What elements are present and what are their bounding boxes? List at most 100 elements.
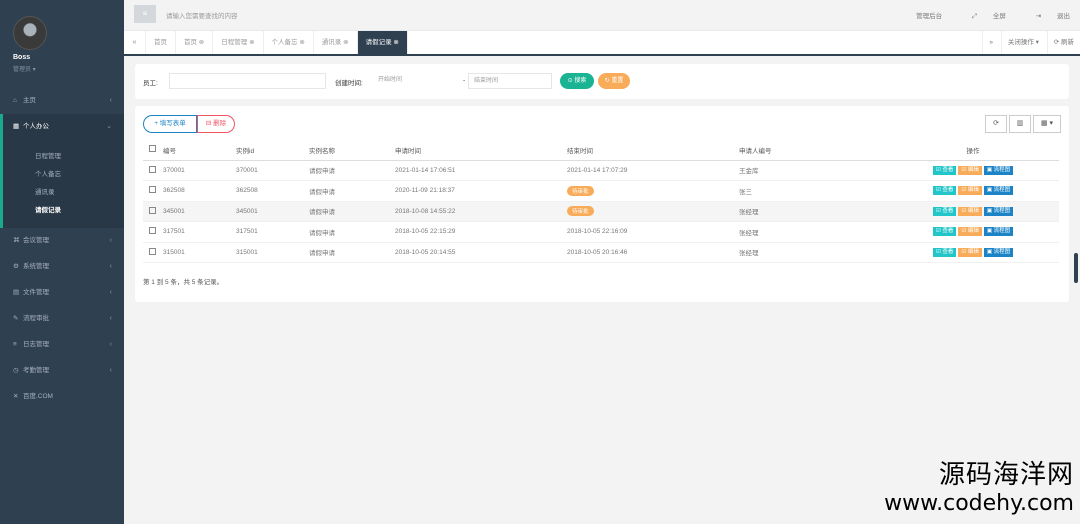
created-time-label: 创建时间:	[335, 80, 363, 87]
cell-end-time: 待审批	[567, 180, 739, 202]
leave-records-table: 编号 实例id 实例名称 申请时间 结束时间 申请人编号 操作 370001 3…	[143, 140, 1059, 263]
tab-home[interactable]: 首页	[146, 31, 176, 54]
checkbox-icon	[149, 186, 156, 194]
reset-button[interactable]: ↻ 重置	[598, 73, 630, 89]
user-role-dropdown[interactable]: 管理员 ▾	[13, 64, 124, 73]
admin-link[interactable]: 管理后台	[916, 13, 942, 20]
meeting-icon: ⌘	[13, 237, 20, 244]
view-button[interactable]: ☑ 查看	[932, 186, 957, 196]
columns-icon[interactable]: ▦ ▾	[1033, 115, 1061, 133]
edit-button[interactable]: ☑ 编辑	[958, 186, 982, 196]
col-applicant[interactable]: 申请人编号	[739, 140, 887, 161]
flowchart-button[interactable]: ▣ 流程图	[983, 186, 1014, 196]
cell-name: 请假申请	[309, 160, 395, 181]
tab-scroll-left-button[interactable]: «	[124, 31, 146, 54]
edit-button[interactable]: ☑ 编辑	[958, 247, 982, 257]
sidebar-item-files[interactable]: ▤ 文件管理 ‹	[0, 280, 124, 306]
col-apply-time[interactable]: 申请时间	[395, 140, 567, 161]
select-all-checkbox[interactable]	[143, 140, 163, 161]
delete-button[interactable]: ⊟ 删除	[197, 115, 235, 133]
sidebar-subitem-contacts[interactable]: 通讯录	[3, 184, 124, 202]
sidebar-item-workflow[interactable]: ✎ 流程审批 ‹	[0, 306, 124, 332]
view-button[interactable]: ☑ 查看	[932, 227, 957, 237]
row-checkbox[interactable]	[143, 160, 163, 181]
sidebar-item-baidu[interactable]: ✕ 百度.COM	[0, 384, 124, 410]
cell-name: 请假申请	[309, 221, 395, 243]
row-checkbox[interactable]	[143, 201, 163, 222]
edit-button[interactable]: ☑ 编辑	[958, 227, 982, 237]
sidebar-item-meeting[interactable]: ⌘ 会议管理 ‹	[0, 228, 124, 254]
add-form-button[interactable]: + 填写表单	[143, 115, 197, 133]
col-instance-id[interactable]: 实例id	[236, 140, 309, 161]
row-checkbox[interactable]	[143, 180, 163, 202]
cell-actions: ☑ 查看 ☑ 编辑 ▣ 流程图	[887, 242, 1059, 263]
gear-icon: ⚙	[13, 263, 19, 270]
view-button[interactable]: ☑ 查看	[932, 206, 957, 216]
row-checkbox[interactable]	[143, 221, 163, 243]
flowchart-button[interactable]: ▣ 流程图	[983, 165, 1014, 175]
cell-id: 315001	[163, 242, 236, 263]
col-id[interactable]: 编号	[163, 140, 236, 161]
logout-button[interactable]: ⇥ 退出	[1022, 13, 1070, 20]
topbar: ≡ 请输入您需要查找的内容 管理后台 ⤢ 全屏 ⇥ 退出	[124, 0, 1080, 31]
sidebar-subitem-schedule[interactable]: 日程管理	[3, 148, 124, 166]
col-actions: 操作	[887, 140, 1059, 161]
flowchart-button[interactable]: ▣ 流程图	[983, 206, 1014, 216]
flowchart-button[interactable]: ▣ 流程图	[983, 247, 1014, 257]
row-checkbox[interactable]	[143, 242, 163, 263]
search-button[interactable]: ⊙ 搜索	[560, 73, 594, 89]
scrollbar-thumb[interactable]	[1074, 253, 1078, 283]
col-instance-name[interactable]: 实例名称	[309, 140, 395, 161]
calendar-icon: ▦	[13, 123, 20, 130]
cell-end-time: 待审批	[567, 201, 739, 222]
sidebar-item-logs[interactable]: ≡ 日志管理 ‹	[0, 332, 124, 358]
sidebar-item-personal-office[interactable]: ▦ 个人办公 ⌄	[0, 114, 124, 140]
employee-input[interactable]	[169, 73, 326, 89]
checkbox-icon	[149, 247, 156, 255]
view-button[interactable]: ☑ 查看	[932, 247, 957, 257]
cell-apply-time: 2018-10-05 22:15:29	[395, 221, 567, 243]
sidebar-subitem-leave-records[interactable]: 请假记录	[3, 202, 124, 220]
topbar-actions: 管理后台 ⤢ 全屏 ⇥ 退出	[902, 10, 1070, 21]
flowchart-button[interactable]: ▣ 流程图	[983, 227, 1014, 237]
toggle-view-icon[interactable]: ▥	[1009, 115, 1031, 133]
close-ops-dropdown[interactable]: 关闭操作 ▾	[1000, 31, 1045, 54]
col-end-time[interactable]: 结束时间	[567, 140, 739, 161]
cell-instance-id: 317501	[236, 221, 309, 243]
range-separator: -	[463, 77, 466, 84]
tab-memo[interactable]: 个人备忘 ⊗	[264, 31, 314, 54]
tab-scroll-right-button[interactable]: »	[982, 31, 999, 54]
sidebar-item-home[interactable]: ⌂ 主页 ‹	[0, 88, 124, 114]
refresh-tab-button[interactable]: ⟳ 刷新	[1046, 31, 1080, 54]
cell-name: 请假申请	[309, 242, 395, 263]
refresh-icon[interactable]: ⟳	[985, 115, 1007, 133]
tab-schedule[interactable]: 日程管理 ⊗	[213, 31, 264, 54]
view-button[interactable]: ☑ 查看	[932, 165, 957, 175]
tabs: 首页 首页 ⊗ 日程管理 ⊗ 个人备忘 ⊗ 通讯录 ⊗ 请假记录 ⊗	[146, 31, 408, 54]
chevron-left-icon: ‹	[109, 97, 112, 104]
start-time-input[interactable]: 开始时间	[373, 73, 459, 89]
chevron-left-icon: ‹	[109, 315, 112, 322]
fullscreen-label: 全屏	[992, 13, 1006, 20]
tab-contacts[interactable]: 通讯录 ⊗	[314, 31, 358, 54]
status-badge: 待审批	[567, 185, 594, 196]
logout-label: 退出	[1057, 13, 1070, 20]
menu-toggle-button[interactable]: ≡	[134, 5, 156, 23]
sidebar-subitem-memo[interactable]: 个人备忘	[3, 166, 124, 184]
fullscreen-button[interactable]: ⤢ 全屏	[958, 13, 1006, 20]
tab-home-2[interactable]: 首页 ⊗	[176, 31, 214, 54]
edit-button[interactable]: ☑ 编辑	[958, 165, 982, 175]
sidebar-subnav: 日程管理 个人备忘 通讯录 请假记录	[0, 140, 124, 228]
chevron-left-icon: ‹	[109, 289, 112, 296]
edit-button[interactable]: ☑ 编辑	[958, 206, 982, 216]
tab-leave-records[interactable]: 请假记录 ⊗	[357, 31, 408, 54]
global-search-input[interactable]: 请输入您需要查找的内容	[166, 10, 238, 20]
close-icon: ✕	[13, 393, 19, 400]
sidebar-item-attendance[interactable]: ◷ 考勤管理 ‹	[0, 358, 124, 384]
end-time-input[interactable]: 结束时间	[468, 73, 552, 89]
sidebar-item-label: 会议管理	[23, 237, 49, 244]
cell-id: 345001	[163, 201, 236, 222]
avatar[interactable]	[13, 16, 47, 50]
table-row: 370001 370001 请假申请 2021-01-14 17:06:51 2…	[143, 160, 1059, 181]
sidebar-item-system[interactable]: ⚙ 系统管理 ‹	[0, 254, 124, 280]
